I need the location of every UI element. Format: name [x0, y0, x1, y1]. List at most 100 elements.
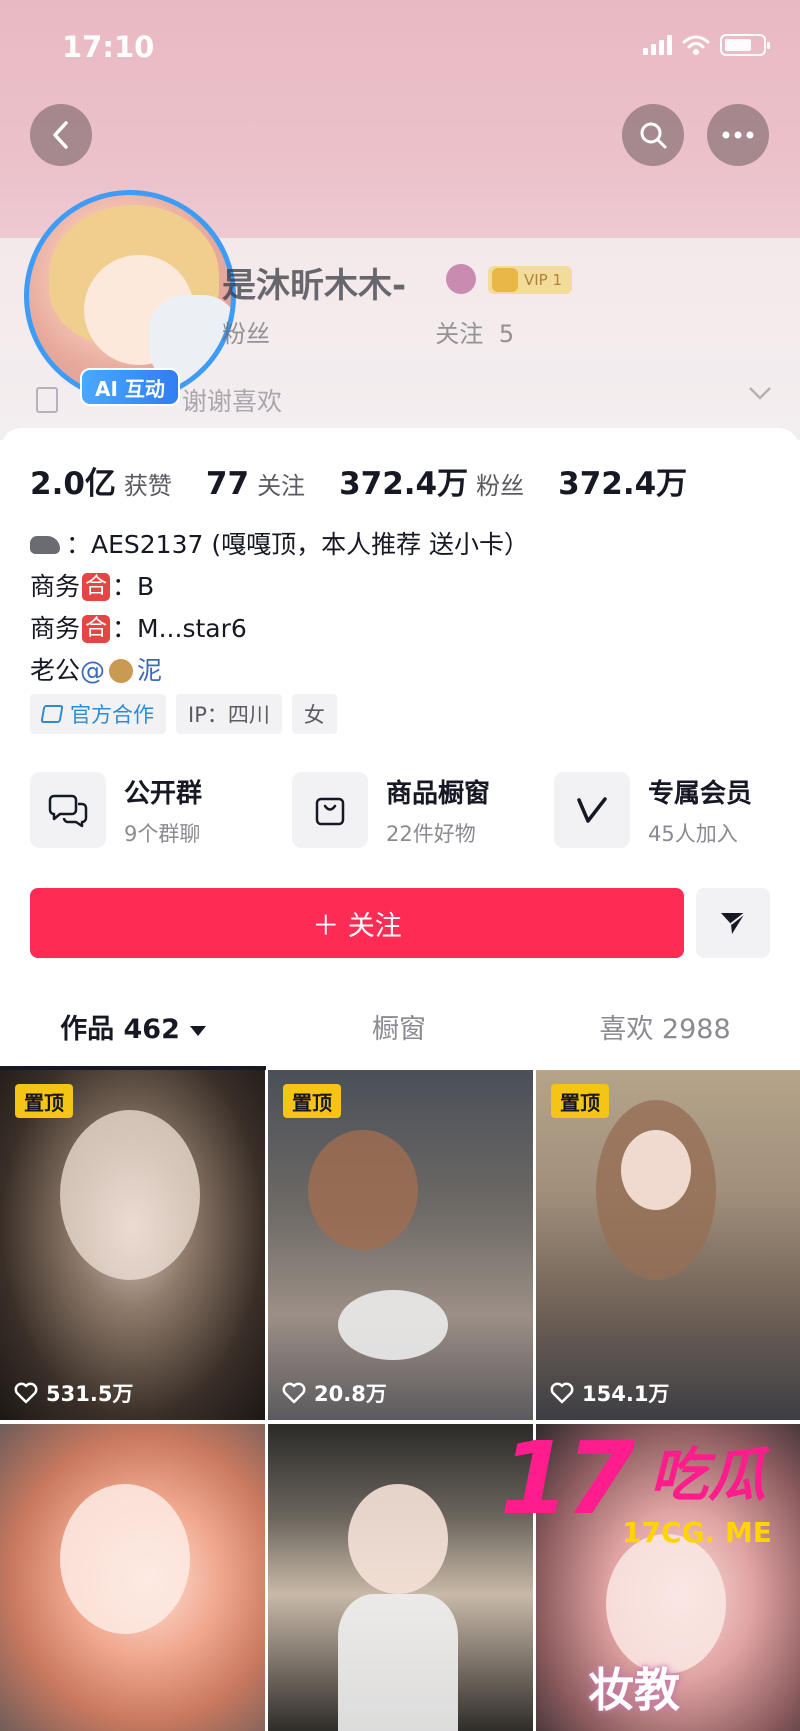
bio-text: 老公	[30, 656, 81, 685]
bio-line: ：AES2137 (嘎嘎顶，本人推荐 送小卡）	[30, 524, 529, 566]
watermark-number: 17	[500, 1420, 635, 1537]
bio-text: ：B	[112, 572, 155, 601]
pinned-badge: 置顶	[551, 1084, 609, 1118]
follow-button[interactable]: ＋ 关注	[30, 888, 684, 958]
tab-works[interactable]: 作品 462	[0, 1000, 266, 1070]
battery-icon	[720, 34, 770, 56]
mention-link[interactable]: @	[80, 650, 105, 692]
bio: ：AES2137 (嘎嘎顶，本人推荐 送小卡） 商务合：B 商务合：M...st…	[30, 524, 529, 692]
watermark-url: 17CG. ME	[622, 1516, 772, 1549]
more-dots-icon	[722, 131, 754, 139]
tab-label: 作品 462	[60, 1014, 180, 1045]
tab-bar: 作品 462 橱窗 喜欢 2988	[0, 1000, 800, 1070]
like-count-text: 20.8万	[314, 1382, 387, 1406]
stat-value: 2.0亿	[30, 466, 116, 502]
tab-likes[interactable]: 喜欢 2988	[532, 1000, 798, 1070]
fans-label: 粉丝	[222, 320, 270, 348]
tag-official[interactable]: 官方合作	[30, 694, 166, 734]
tag-label: 女	[303, 703, 325, 727]
feature-subtitle: 45人加入	[648, 821, 738, 846]
tab-showcase[interactable]: 橱窗	[266, 1000, 532, 1070]
share-button[interactable]	[696, 888, 770, 958]
video-overlay-caption: 妆教	[588, 1663, 680, 1717]
official-icon	[40, 705, 64, 723]
video-thumbnail[interactable]	[0, 1424, 265, 1731]
signature-text: 谢谢喜欢	[182, 387, 283, 416]
feature-title: 公开群	[124, 778, 203, 809]
thumbnail-face	[621, 1130, 691, 1210]
document-icon	[36, 387, 58, 413]
thumbnail-bowl	[338, 1290, 448, 1360]
mention-link[interactable]: 泥	[137, 650, 162, 692]
stat-following[interactable]: 77 关注	[206, 466, 305, 502]
feature-shop-window[interactable]: 商品橱窗 22件好物	[292, 772, 554, 848]
follow-label: 关注	[435, 320, 484, 348]
heart-icon	[14, 1382, 38, 1404]
like-count: 531.5万	[14, 1378, 133, 1408]
profile-nickname: 是沐昕木木-	[222, 266, 407, 306]
signal-icon	[643, 35, 672, 55]
stats-row: 2.0亿 获赞 77 关注 372.4万 粉丝 372.4万	[30, 458, 729, 503]
bio-text: 商务	[30, 572, 81, 601]
bio-line: 老公 @ 泥	[30, 650, 529, 692]
tab-label: 橱窗	[372, 1014, 426, 1045]
tag-ip: IP：四川	[176, 694, 282, 734]
wifi-icon	[682, 35, 710, 55]
follow-count: 5	[498, 320, 515, 348]
thumbnail-face	[606, 1534, 726, 1674]
like-count: 20.8万	[282, 1378, 387, 1408]
feature-title: 专属会员	[648, 778, 753, 809]
bio-text: ：AES2137 (嘎嘎顶，本人推荐 送小卡）	[66, 530, 530, 559]
thumbnail-figure	[308, 1130, 418, 1250]
bio-line: 商务合：B	[30, 566, 529, 608]
feature-row: 公开群 9个群聊 商品橱窗 22件好物 专属会员 45人加入	[30, 772, 800, 848]
shopping-bag-icon	[292, 772, 368, 848]
vip-badge[interactable]: VIP 1	[488, 266, 573, 294]
like-count-text: 531.5万	[46, 1382, 134, 1406]
stat-value: 372.4万	[339, 466, 469, 502]
bio-text: ：M...star6	[112, 614, 247, 643]
search-icon	[640, 122, 667, 149]
stat-followers[interactable]: 372.4万 粉丝	[339, 458, 524, 503]
vip-label: VIP 1	[524, 271, 563, 289]
profile-subline: 粉丝 关注 5	[222, 314, 514, 349]
tag-label: 官方合作	[70, 703, 154, 727]
status-time: 17:10	[62, 30, 155, 64]
tag-gender: 女	[291, 694, 337, 734]
signature-row[interactable]: 谢谢喜欢	[36, 382, 282, 418]
feature-membership[interactable]: 专属会员 45人加入	[554, 772, 800, 848]
chevron-down-icon[interactable]	[748, 386, 772, 400]
thumbnail-face	[60, 1484, 190, 1634]
thumbnail-face	[348, 1484, 448, 1594]
stat-label: 获赞	[123, 472, 172, 500]
bio-text: 商务	[30, 614, 81, 643]
video-thumbnail[interactable]: 置顶 531.5万	[0, 1070, 265, 1420]
feature-public-group[interactable]: 公开群 9个群聊	[30, 772, 292, 848]
chat-bubbles-icon	[30, 772, 106, 848]
send-icon	[721, 912, 746, 934]
more-button[interactable]	[707, 104, 769, 166]
verified-icon	[446, 264, 476, 294]
cooperate-badge: 合	[82, 615, 111, 643]
pinned-badge: 置顶	[283, 1084, 341, 1118]
back-button[interactable]	[30, 104, 92, 166]
heart-icon	[550, 1382, 574, 1404]
stat-likes[interactable]: 2.0亿 获赞	[30, 458, 172, 503]
tag-label: IP：四川	[188, 703, 270, 727]
video-thumbnail[interactable]	[268, 1424, 533, 1731]
feature-title: 商品橱窗	[386, 778, 491, 809]
search-button[interactable]	[622, 104, 684, 166]
stat-value: 372.4万	[558, 466, 688, 502]
caret-down-icon	[189, 1025, 206, 1036]
bio-line: 商务合：M...star6	[30, 608, 529, 650]
video-thumbnail[interactable]: 置顶 154.1万	[536, 1070, 800, 1420]
video-thumbnail[interactable]: 置顶 20.8万	[268, 1070, 533, 1420]
heart-icon	[282, 1382, 306, 1404]
tab-label: 喜欢 2988	[599, 1014, 731, 1045]
v-member-icon	[554, 772, 630, 848]
potato-icon	[109, 659, 134, 683]
thumbnail-shirt	[338, 1594, 458, 1731]
stat-extra[interactable]: 372.4万	[558, 458, 695, 503]
chevron-left-icon	[53, 121, 68, 149]
status-bar: 17:10	[0, 0, 800, 96]
